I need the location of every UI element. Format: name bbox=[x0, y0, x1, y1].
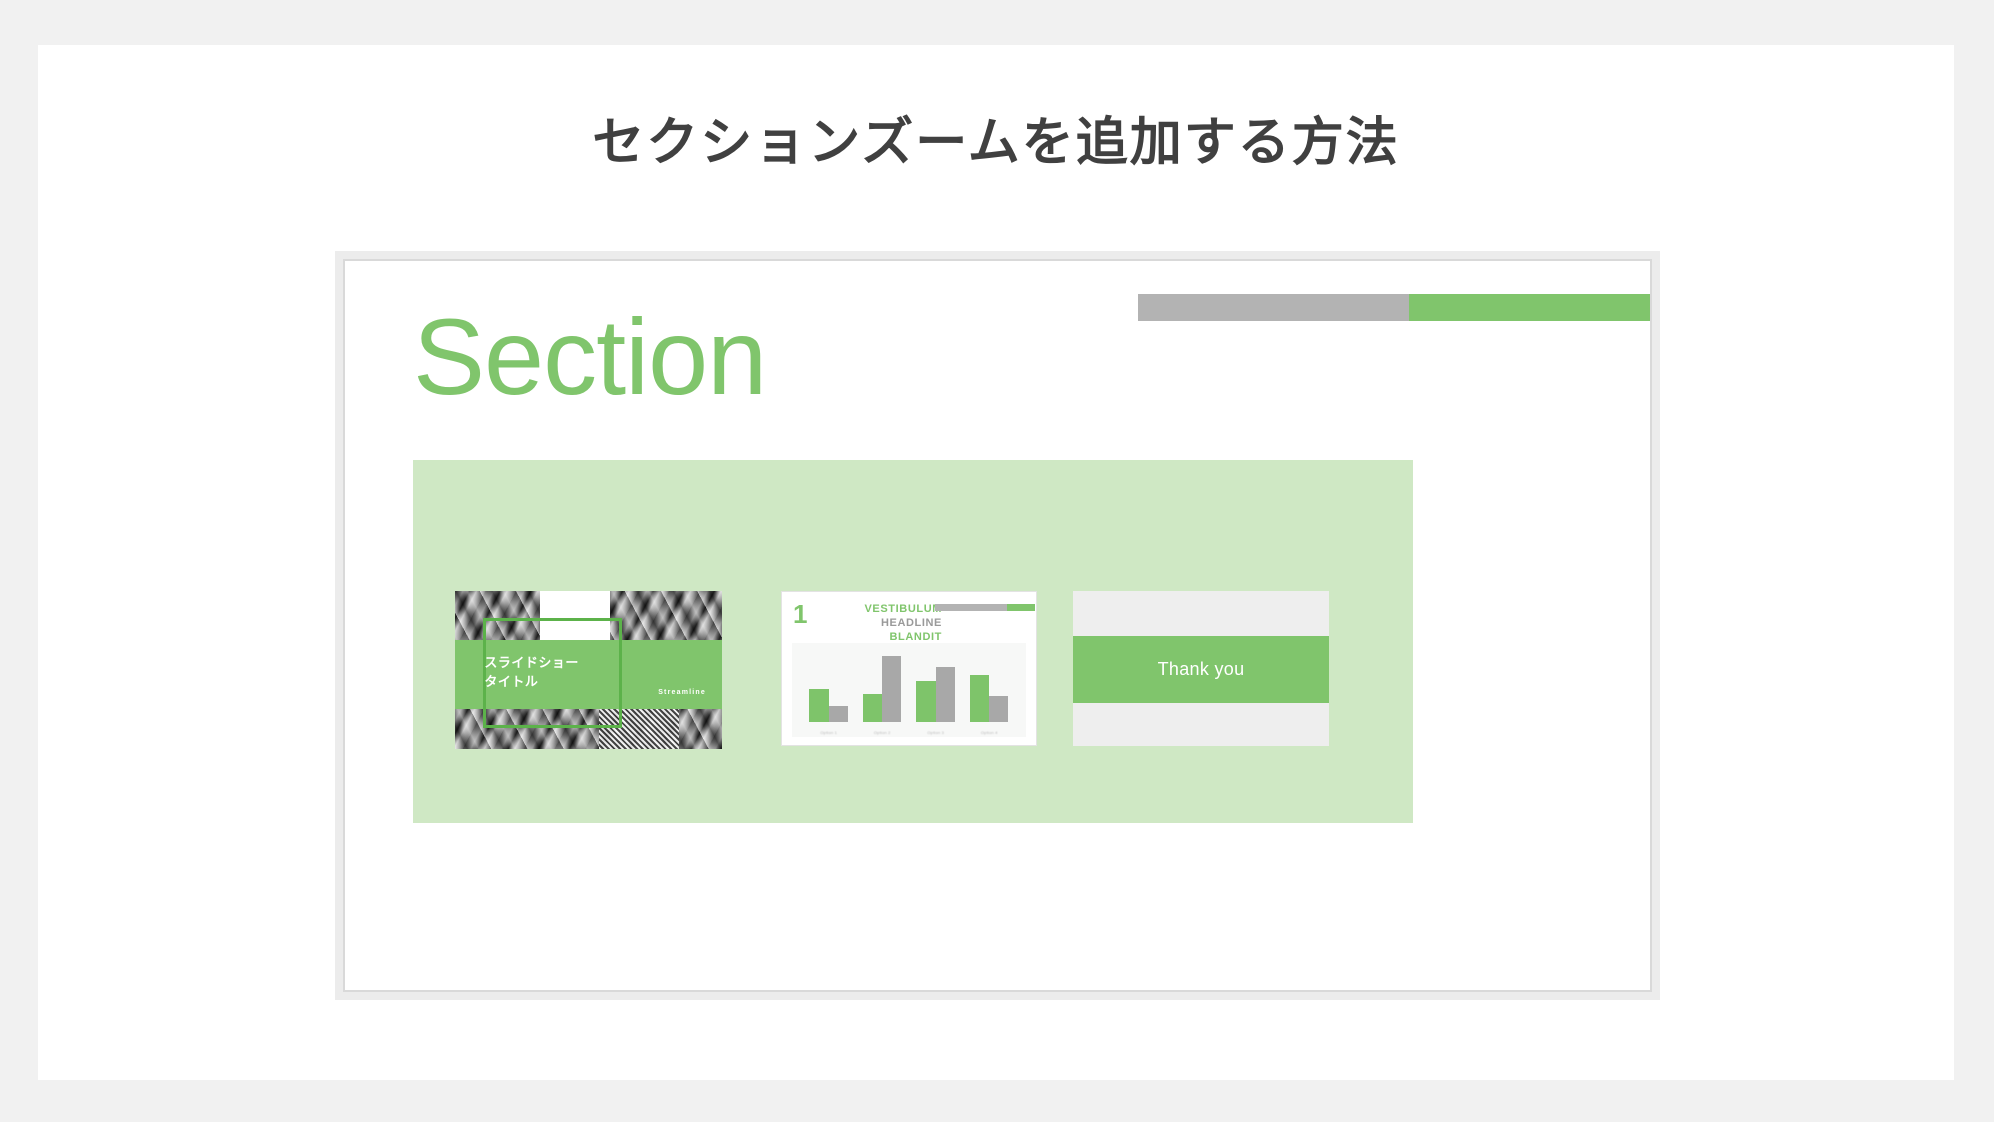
thumbnail-title-slide[interactable]: スライドショー タイトル Streamline bbox=[455, 591, 722, 749]
title-slide-brand-label: Streamline bbox=[658, 688, 706, 696]
chart-slide-progress-bar bbox=[935, 604, 1035, 611]
bar-green bbox=[809, 689, 829, 722]
chart-slide-chart-area: Option 1 Option 2 Option 3 Option 4 bbox=[792, 643, 1026, 737]
bar-group: Option 1 bbox=[809, 649, 848, 735]
chart-slide-number: 1 bbox=[793, 599, 808, 629]
bar-group: Option 4 bbox=[969, 649, 1009, 735]
title-slide-title: スライドショー タイトル bbox=[484, 654, 579, 692]
thankyou-text: Thank you bbox=[1157, 658, 1245, 679]
thumbnail-chart-slide[interactable]: 1 VESTIBULUM HEADLINE BLANDIT Option 1 Op… bbox=[781, 591, 1037, 746]
page-card: セクションズームを追加する方法 Section スライドショー タイトル Str… bbox=[38, 45, 1954, 1080]
chart-progress-green-segment bbox=[1007, 604, 1035, 611]
bar-green bbox=[862, 694, 883, 722]
progress-bar-green-segment bbox=[1409, 294, 1650, 321]
bar-green bbox=[916, 681, 936, 722]
section-heading: Section bbox=[413, 296, 767, 417]
slide-progress-bar bbox=[1138, 294, 1650, 321]
chart-slide-headline-line-2: HEADLINE bbox=[880, 617, 942, 630]
bar-chart-plot: Option 1 Option 2 Option 3 Option 4 bbox=[802, 649, 1016, 735]
chart-slide-headline-line-1: VESTIBULUM bbox=[864, 603, 942, 615]
page-title: セクションズームを追加する方法 bbox=[592, 114, 1400, 172]
bar-group: Option 3 bbox=[916, 649, 955, 735]
bar-gray bbox=[935, 666, 955, 722]
slide-frame: Section スライドショー タイトル Streamline 1 VESTIB… bbox=[335, 251, 1660, 1000]
bar-green bbox=[969, 674, 990, 722]
bar-category-label: Option 1 bbox=[820, 730, 838, 735]
bar-category-label: Option 4 bbox=[980, 730, 998, 735]
bar-category-label: Option 2 bbox=[873, 730, 891, 735]
section-zoom-thumbnails: スライドショー タイトル Streamline 1 VESTIBULUM HEA… bbox=[413, 460, 1413, 823]
title-slide-title-line-1: スライドショー bbox=[484, 655, 579, 671]
bar-group: Option 2 bbox=[862, 649, 902, 735]
thankyou-green-band: Thank you bbox=[1073, 635, 1329, 703]
progress-bar-gray-segment bbox=[1138, 294, 1410, 321]
bar-gray bbox=[989, 695, 1009, 722]
bar-gray bbox=[882, 656, 902, 722]
thumbnail-thankyou-slide[interactable]: Thank you bbox=[1073, 591, 1329, 746]
bar-gray bbox=[828, 705, 848, 722]
title-slide-title-line-2: タイトル bbox=[484, 674, 539, 690]
bar-category-label: Option 3 bbox=[927, 730, 945, 735]
section-zoom-container[interactable]: スライドショー タイトル Streamline 1 VESTIBULUM HEA… bbox=[413, 460, 1413, 823]
slide-canvas: Section スライドショー タイトル Streamline 1 VESTIB… bbox=[343, 259, 1652, 992]
chart-slide-headline: VESTIBULUM HEADLINE BLANDIT bbox=[812, 602, 942, 644]
chart-progress-gray-segment bbox=[935, 604, 1007, 611]
